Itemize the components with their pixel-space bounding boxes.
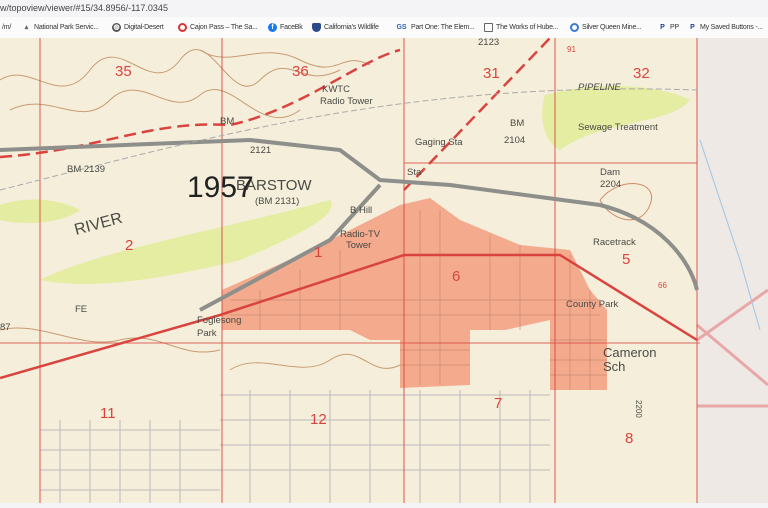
map-label: Radio-TV bbox=[340, 229, 381, 240]
lifebuoy-icon bbox=[178, 23, 187, 32]
modern-map-pane bbox=[697, 38, 768, 503]
url-text[interactable]: w/topoview/viewer/#15/34.8956/-117.0345 bbox=[0, 3, 168, 13]
map-label: Radio Tower bbox=[320, 96, 373, 107]
bookmark-label: Digital-Desert bbox=[124, 24, 164, 31]
map-label: Cameron bbox=[603, 345, 656, 360]
map-label: FE bbox=[75, 304, 87, 315]
paypal-icon: P bbox=[690, 24, 695, 31]
map-label: 2204 bbox=[600, 179, 621, 190]
bookmark-label: PP bbox=[670, 24, 679, 31]
section-number: 31 bbox=[483, 65, 500, 82]
bookmarks-bar: /m/ ▴ National Park Servic... ◍ Digital-De… bbox=[0, 17, 768, 38]
map-label: County Park bbox=[566, 299, 619, 310]
map-label: Racetrack bbox=[593, 237, 636, 248]
map-label: BM bbox=[510, 118, 524, 129]
bookmark-m[interactable]: /m/ bbox=[2, 22, 11, 33]
address-bar[interactable]: w/topoview/viewer/#15/34.8956/-117.0345 bbox=[0, 0, 768, 17]
bookmark-label: My Saved Buttons -... bbox=[700, 24, 763, 31]
bookmark-label: National Park Servic... bbox=[34, 24, 99, 31]
map-label: Tower bbox=[346, 240, 371, 251]
map-label: Gaging Sta bbox=[415, 137, 463, 148]
map-label: 2121 bbox=[250, 145, 271, 156]
globe-icon: ◍ bbox=[112, 23, 121, 32]
section-number: 1 bbox=[314, 244, 322, 261]
map-label: Foglesong bbox=[197, 315, 241, 326]
map-label: Sta bbox=[407, 167, 422, 178]
map-label: KWTC bbox=[322, 84, 350, 95]
bookmark-cajon-pass[interactable]: Cajon Pass – The Sa... bbox=[178, 22, 258, 33]
bookmark-silver-queen[interactable]: Silver Queen Mine... bbox=[570, 22, 642, 33]
paypal-icon: P bbox=[660, 24, 665, 31]
map-label: B Hill bbox=[350, 205, 372, 216]
bookmark-saved-buttons[interactable]: P My Saved Buttons -... bbox=[688, 22, 763, 33]
bookmark-label: California's Wildlife bbox=[324, 24, 379, 31]
bookmark-part-one[interactable]: GS Part One: The Elem... bbox=[395, 22, 474, 33]
map-label: 2104 bbox=[504, 135, 525, 146]
section-number: 8 bbox=[625, 430, 633, 447]
compass-icon bbox=[570, 23, 579, 32]
map-label: PIPELINE bbox=[578, 82, 621, 93]
section-number: 12 bbox=[310, 411, 327, 428]
section-number: 2 bbox=[125, 237, 133, 254]
facebook-icon: f bbox=[268, 23, 277, 32]
bookmark-label: The Works of Hube... bbox=[496, 24, 559, 31]
map-label: Sch bbox=[603, 359, 625, 374]
topo-map-viewer[interactable]: 35 36 31 32 2 1 6 5 11 12 7 8 KWTC Radio… bbox=[0, 37, 768, 503]
shield-icon bbox=[312, 23, 321, 32]
section-number: 5 bbox=[622, 251, 630, 268]
map-label: Dam bbox=[600, 167, 620, 178]
bookmark-nps[interactable]: ▴ National Park Servic... bbox=[22, 22, 99, 33]
bookmark-facebk[interactable]: f FaceBk bbox=[268, 22, 303, 33]
map-label: Park bbox=[197, 328, 217, 339]
nps-icon: ▴ bbox=[24, 24, 29, 31]
section-number: 36 bbox=[292, 63, 309, 80]
map-label: (BM 2131) bbox=[255, 196, 299, 207]
bookmark-label: /m/ bbox=[2, 24, 12, 31]
section-number: 11 bbox=[100, 405, 116, 422]
bookmark-pp[interactable]: P PP bbox=[658, 22, 679, 33]
bookmark-label: Part One: The Elem... bbox=[411, 24, 475, 31]
section-number: 32 bbox=[633, 65, 650, 82]
section-number: 6 bbox=[452, 268, 460, 285]
bookmark-digital-desert[interactable]: ◍ Digital-Desert bbox=[112, 22, 164, 33]
topo-map[interactable]: 35 36 31 32 2 1 6 5 11 12 7 8 KWTC Radio… bbox=[0, 37, 768, 503]
route-shield-91: 91 bbox=[567, 45, 576, 54]
map-label: 87 bbox=[0, 322, 11, 333]
map-label: 2123 bbox=[478, 38, 499, 48]
map-label: 2200 bbox=[634, 400, 643, 418]
year-overlay: 1957 bbox=[187, 171, 254, 204]
route-shield-66: 66 bbox=[658, 281, 667, 290]
map-label: BM 2139 bbox=[67, 164, 105, 175]
bookmark-works-hube[interactable]: The Works of Hube... bbox=[484, 22, 558, 33]
book-icon bbox=[484, 23, 493, 32]
gs-icon: GS bbox=[396, 24, 407, 31]
bookmark-label: FaceBk bbox=[280, 24, 303, 31]
bookmark-label: Cajon Pass – The Sa... bbox=[190, 24, 258, 31]
map-label: BM bbox=[220, 116, 234, 127]
map-label: Sewage Treatment bbox=[578, 122, 658, 133]
bookmark-ca-wildlife[interactable]: California's Wildlife bbox=[312, 22, 379, 33]
bookmark-label: Silver Queen Mine... bbox=[582, 24, 642, 31]
section-number: 7 bbox=[494, 395, 502, 412]
section-number: 35 bbox=[115, 63, 132, 80]
